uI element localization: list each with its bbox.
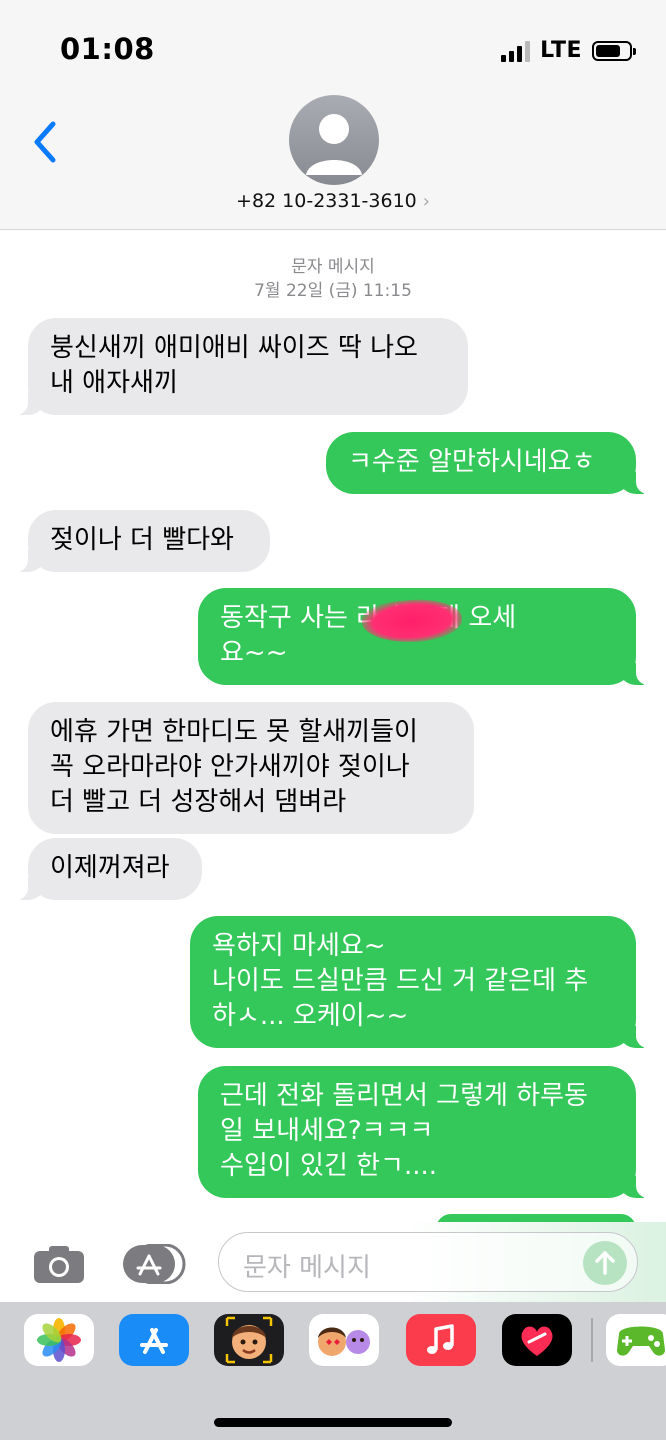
message-line: 에휴 가면 한마디도 못 할새끼들이 xyxy=(50,717,418,747)
animoji-icon xyxy=(318,1327,370,1356)
app-store-toggle-button[interactable] xyxy=(122,1243,186,1285)
arrow-up-icon xyxy=(595,1251,615,1275)
music-icon xyxy=(427,1324,454,1354)
app-store-app-button[interactable] xyxy=(119,1314,189,1366)
message-bubble-outgoing[interactable]: ㅋ수준 알만하시네요ㅎ xyxy=(326,432,662,494)
game-app-button[interactable] xyxy=(606,1314,666,1366)
chevron-left-icon xyxy=(34,121,56,163)
drawer-divider xyxy=(591,1318,593,1362)
camera-icon xyxy=(34,1246,84,1283)
message-bubble-outgoing[interactable]: 욕하지 마세요~ 나이도 드실만큼 드신 거 같은데 추 하ㅅ... 오케이~~ xyxy=(190,916,662,1048)
message-line: 붕신새끼 애미애비 싸이즈 딱 나오 xyxy=(50,333,418,363)
contact-number: +82 10-2331-3610 xyxy=(236,190,417,212)
camera-button[interactable] xyxy=(33,1244,85,1284)
memoji-app-button[interactable] xyxy=(214,1314,284,1366)
digital-touch-icon xyxy=(521,1326,553,1356)
message-bubble-incoming[interactable]: 젖이나 더 빨다와 xyxy=(2,510,270,572)
message-line: 하ㅅ... 오케이~~ xyxy=(212,1001,409,1031)
photos-app-button[interactable] xyxy=(24,1314,94,1366)
message-bubble-incoming[interactable]: 이제꺼져라 xyxy=(2,838,202,900)
message-timestamp: 7월 22일 (금) 11:15 xyxy=(254,281,412,301)
contact-name-button[interactable]: +82 10-2331-3610 › xyxy=(0,190,666,212)
person-icon xyxy=(306,114,362,175)
imessage-app-drawer xyxy=(0,1302,666,1440)
digital-touch-app-button[interactable] xyxy=(502,1314,572,1366)
message-line: ㅋ수준 알만하시네요ㅎ xyxy=(348,447,596,477)
network-type: LTE xyxy=(540,38,582,63)
music-app-button[interactable] xyxy=(406,1314,476,1366)
message-service-label: 문자 메시지 xyxy=(291,257,375,277)
message-input-placeholder: 문자 메시지 xyxy=(243,1253,371,1283)
game-icon xyxy=(617,1326,665,1356)
message-bubble-incoming[interactable]: 에휴 가면 한마디도 못 할새끼들이 꼭 오라마라야 안가새끼야 젖이나 더 빨… xyxy=(28,702,474,834)
message-line: 나이도 드실만큼 드신 거 같은데 추 xyxy=(212,966,589,996)
status-indicators: LTE xyxy=(501,38,636,63)
contact-avatar[interactable] xyxy=(289,95,379,185)
message-line: 이제꺼져라 xyxy=(50,853,170,883)
message-line: 수입이 있긴 한ㄱ.... xyxy=(220,1151,438,1181)
home-indicator xyxy=(214,1418,452,1427)
app-store-toggle-icon xyxy=(123,1243,186,1285)
message-line: 일 보내세요?ㅋㅋㅋ xyxy=(220,1116,434,1146)
message-input[interactable]: 문자 메시지 xyxy=(218,1232,638,1292)
message-line: 욕하지 마세요~ xyxy=(212,931,386,961)
chevron-right-icon: › xyxy=(422,191,430,212)
photos-icon xyxy=(37,1318,81,1362)
message-line: 젖이나 더 빨다와 xyxy=(50,525,234,555)
memoji-icon xyxy=(225,1316,273,1364)
conversation-header: 01:08 LTE +82 10-2331-3610 › xyxy=(0,0,666,230)
animoji-app-button[interactable] xyxy=(309,1314,379,1366)
message-line: 내 애자새끼 xyxy=(50,368,178,398)
back-button[interactable] xyxy=(20,112,70,172)
message-bubble-incoming[interactable]: 붕신새끼 애미애비 싸이즈 딱 나오 내 애자새끼 xyxy=(2,318,468,415)
send-button[interactable] xyxy=(583,1241,627,1285)
battery-icon xyxy=(592,40,636,61)
message-line: 꼭 오라마라야 안가새끼야 젖이나 xyxy=(50,752,410,782)
app-store-icon xyxy=(140,1328,168,1354)
status-time: 01:08 xyxy=(60,32,155,66)
message-line: 근데 전화 돌리면서 그렇게 하루동 xyxy=(220,1081,588,1111)
cellular-signal-icon xyxy=(501,40,531,62)
message-bubble-outgoing[interactable]: 근데 전화 돌리면서 그렇게 하루동 일 보내세요?ㅋㅋㅋ 수입이 있긴 한ㄱ.… xyxy=(198,1066,662,1198)
message-line: 더 빨고 더 성장해서 댐벼라 xyxy=(50,787,347,817)
message-composer: 문자 메시지 xyxy=(0,1222,666,1302)
